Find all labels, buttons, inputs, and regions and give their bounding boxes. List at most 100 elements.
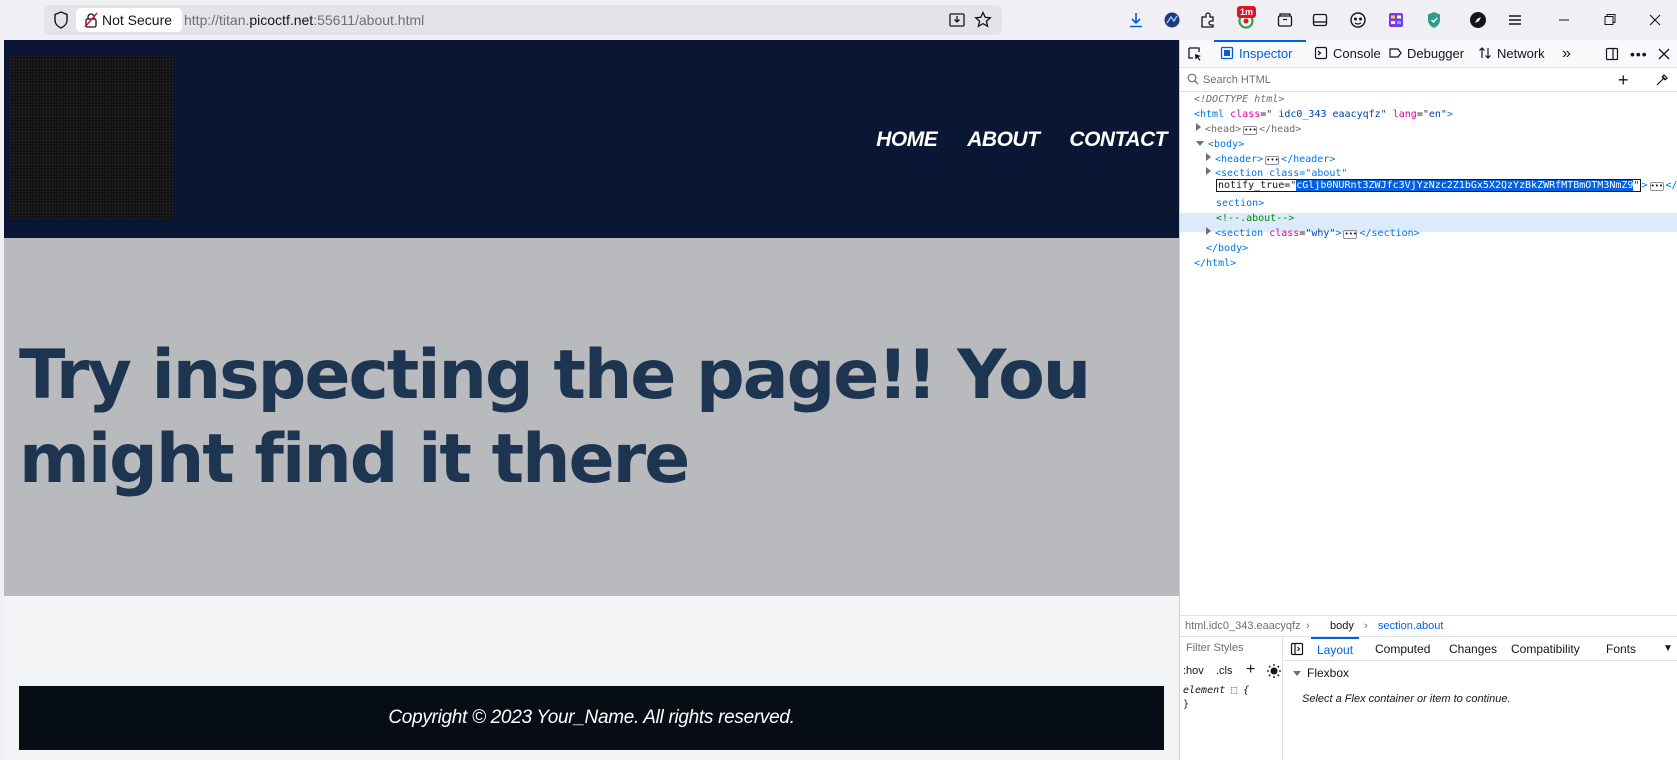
more-sidebar-tabs-chevron-icon[interactable]: ▼ xyxy=(1663,637,1673,661)
breadcrumb-section-about[interactable]: section.about xyxy=(1378,616,1443,637)
expand-head-icon[interactable] xyxy=(1196,123,1201,131)
section-why-node[interactable]: <section class="why"> ••• </section> xyxy=(1206,226,1420,241)
html-node[interactable]: <html class=" idc0_343 eaacyqfz" lang="e… xyxy=(1194,107,1453,122)
app-menu-icon[interactable] xyxy=(1505,10,1525,30)
attribute-editor[interactable]: notify_true= "cGljb0NURnt3ZWJfc3VjYzNzc2Z… xyxy=(1216,179,1642,192)
page-save-icon[interactable] xyxy=(948,11,966,29)
collapse-body-icon[interactable] xyxy=(1196,141,1204,146)
container-tabs-icon[interactable] xyxy=(1275,10,1295,30)
more-tabs-chevron-icon[interactable]: » xyxy=(1562,40,1571,68)
section-why-tag-end: > xyxy=(1335,228,1342,239)
html-class-attr: class xyxy=(1230,109,1261,120)
section-about-node[interactable]: <section class="about" xyxy=(1206,167,1347,177)
section-why-class-attr: class xyxy=(1269,228,1300,239)
breadcrumb: html.idc0_343.eaacyqfz › body › section.… xyxy=(1180,615,1677,637)
minimize-icon[interactable] xyxy=(1552,8,1576,32)
extension-globe-icon[interactable] xyxy=(1162,10,1182,30)
section-why-open-tag: <section xyxy=(1215,228,1264,239)
security-label: Not Secure xyxy=(102,12,173,28)
head-node[interactable]: <head> ••• </head> xyxy=(1196,122,1301,137)
site-nav: HOME ABOUT CONTACT xyxy=(876,128,1167,152)
light-mode-sun-icon[interactable] xyxy=(1266,663,1282,679)
breadcrumb-body[interactable]: body xyxy=(1330,616,1354,637)
breadcrumb-html[interactable]: html.idc0_343.eaacyqfz xyxy=(1185,616,1301,637)
section-close-tail: </ xyxy=(1665,180,1677,191)
expand-header-icon[interactable] xyxy=(1206,153,1211,161)
collapse-flexbox-icon[interactable] xyxy=(1293,671,1301,676)
tab-debugger-label: Debugger xyxy=(1407,46,1465,61)
insecure-lock-icon xyxy=(84,12,98,28)
tab-changes[interactable]: Changes xyxy=(1449,637,1497,661)
section-why-close-tag: </section> xyxy=(1359,228,1420,239)
tracking-protection-shield-icon[interactable] xyxy=(53,11,69,29)
nav-contact-link[interactable]: CONTACT xyxy=(1069,128,1167,152)
tab-layout[interactable]: Layout xyxy=(1311,637,1360,661)
doctype-node[interactable]: <!DOCTYPE html> xyxy=(1194,92,1284,107)
nav-about-link[interactable]: ABOUT xyxy=(967,128,1040,152)
debugger-icon xyxy=(1389,48,1402,58)
collapsed-ellipsis-icon[interactable]: ••• xyxy=(1243,126,1258,135)
close-devtools-icon[interactable] xyxy=(1658,48,1670,60)
nav-home-link[interactable]: HOME xyxy=(876,128,938,152)
inspector-icon xyxy=(1220,46,1234,60)
flexbox-section-header[interactable]: Flexbox xyxy=(1293,666,1349,680)
notify-attr-value[interactable]: cGljb0NURnt3ZWJfc3VjYzNzc2Z1bGx5X2QzYzBk… xyxy=(1296,180,1634,191)
bookmark-star-icon[interactable] xyxy=(974,11,992,29)
url-prefix: http://titan. xyxy=(184,12,250,28)
sidebar-tabs: Layout Computed Changes Compatibility Fo… xyxy=(1283,637,1677,661)
notify-close-quote: " xyxy=(1633,180,1640,191)
restore-icon[interactable] xyxy=(1598,8,1622,32)
search-html-input[interactable]: Search HTML xyxy=(1203,68,1271,92)
notify-attribute-row[interactable]: notify_true= "cGljb0NURnt3ZWJfc3VjYzNzc2Z… xyxy=(1216,177,1677,195)
collapsed-ellipsis-icon[interactable]: ••• xyxy=(1265,156,1280,165)
tab-console[interactable]: Console xyxy=(1314,40,1381,68)
extension-table-icon[interactable] xyxy=(1386,10,1406,30)
add-node-icon[interactable]: + xyxy=(1618,70,1629,90)
tab-computed[interactable]: Computed xyxy=(1375,637,1430,661)
doctype-text: <!DOCTYPE html> xyxy=(1194,94,1285,105)
head-close-tag: </head> xyxy=(1259,124,1302,135)
expand-section-about-icon[interactable] xyxy=(1206,167,1211,175)
toggle-sidebar-icon[interactable] xyxy=(1290,642,1304,656)
flexbox-empty-message: Select a Flex container or item to conti… xyxy=(1302,693,1511,705)
extension-shield-icon[interactable] xyxy=(1424,10,1444,30)
extensions-puzzle-icon[interactable] xyxy=(1198,10,1218,30)
tab-compatibility[interactable]: Compatibility xyxy=(1511,637,1580,661)
element-picker-icon[interactable] xyxy=(1187,46,1203,62)
tab-network[interactable]: Network xyxy=(1478,40,1545,68)
collapsed-ellipsis-icon[interactable]: ••• xyxy=(1343,230,1358,239)
tab-fonts[interactable]: Fonts xyxy=(1606,637,1636,661)
header-node[interactable]: <header> ••• </header> xyxy=(1206,152,1335,167)
section-why-class-value: "why" xyxy=(1305,228,1336,239)
expand-section-why-icon[interactable] xyxy=(1206,227,1211,235)
dock-side-icon[interactable] xyxy=(1605,47,1619,61)
section-close-word: section> xyxy=(1216,198,1265,209)
tab-inspector[interactable]: Inspector xyxy=(1220,40,1292,68)
sidebar-icon[interactable] xyxy=(1310,10,1330,30)
add-rule-icon[interactable]: + xyxy=(1246,661,1255,679)
collapsed-ellipsis-icon[interactable]: ••• xyxy=(1649,182,1664,191)
comment-node[interactable]: <!--.about--> xyxy=(1216,211,1294,226)
breadcrumb-separator-icon: › xyxy=(1306,620,1310,632)
hover-states-toggle[interactable]: :hov xyxy=(1183,665,1204,677)
rules-panel: Filter Styles :hov .cls + element ⬚ { } xyxy=(1180,637,1283,760)
footer-copyright: Copyright © 2023 Your_Name. All rights r… xyxy=(388,707,795,728)
html-tag-end: > xyxy=(1446,109,1453,120)
class-toggle[interactable]: .cls xyxy=(1216,665,1233,677)
tab-debugger[interactable]: Debugger xyxy=(1388,40,1464,68)
site-logo[interactable] xyxy=(10,56,173,219)
filter-styles-input[interactable]: Filter Styles xyxy=(1186,642,1243,654)
url-text[interactable]: http://titan.picoctf.net:55611/about.htm… xyxy=(184,5,424,35)
hero-heading: Try inspecting the page!! You might find… xyxy=(19,336,1091,499)
close-window-icon[interactable] xyxy=(1643,8,1667,32)
downloads-icon[interactable] xyxy=(1126,10,1146,30)
url-bar[interactable]: Not Secure http://titan.picoctf.net:5561… xyxy=(44,5,1002,35)
security-indicator[interactable]: Not Secure xyxy=(76,8,183,32)
extension-mask-icon[interactable] xyxy=(1348,10,1368,30)
eyedropper-icon[interactable] xyxy=(1655,73,1669,87)
body-node[interactable]: <body> xyxy=(1196,137,1244,152)
about-section: Try inspecting the page!! You might find… xyxy=(4,238,1179,596)
devtools-menu-icon[interactable]: ••• xyxy=(1630,40,1648,68)
extension-compass-icon[interactable] xyxy=(1468,10,1488,30)
extension-badge: 1m xyxy=(1237,6,1257,18)
